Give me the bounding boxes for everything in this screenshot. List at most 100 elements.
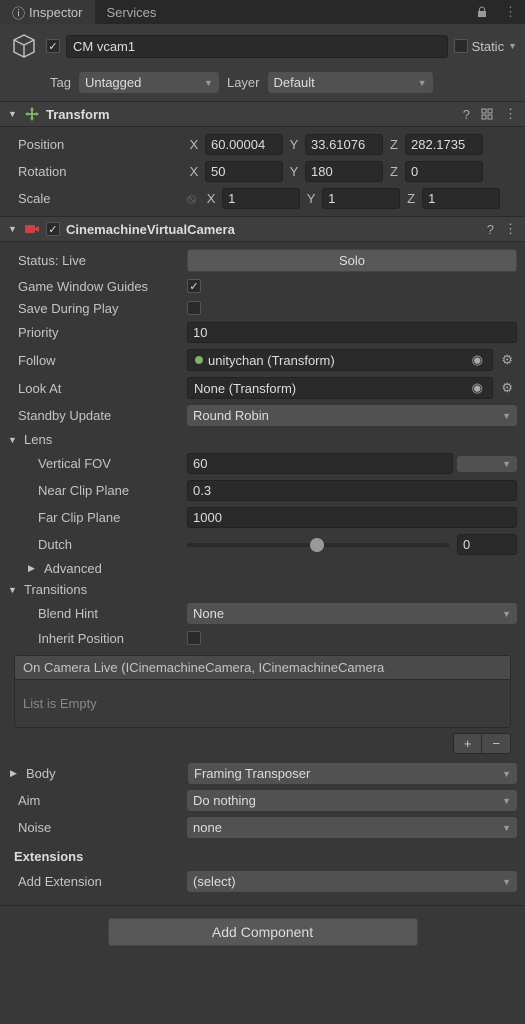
solo-button[interactable]: Solo <box>187 249 517 272</box>
vcam-header[interactable]: ▼ ✓ CinemachineVirtualCamera ? ⋮ <box>0 216 525 242</box>
event-header: On Camera Live (ICinemachineCamera, ICin… <box>15 656 510 680</box>
body-label: Body <box>24 766 184 781</box>
static-dropdown[interactable]: ▼ <box>508 41 517 51</box>
enabled-checkbox[interactable]: ✓ <box>46 222 60 236</box>
vcam-icon <box>24 221 40 237</box>
noise-dropdown[interactable]: none ▼ <box>187 817 517 838</box>
transitions-label: Transitions <box>24 582 87 597</box>
layer-dropdown[interactable]: Default ▼ <box>268 72 433 93</box>
lock-icon[interactable] <box>468 2 496 22</box>
dutch-label[interactable]: Dutch <box>8 537 183 552</box>
priority-input[interactable] <box>187 322 517 343</box>
lookat-field[interactable]: None (Transform) ◉ <box>187 377 493 399</box>
context-menu-icon[interactable]: ⋮ <box>504 221 517 237</box>
tag-value: Untagged <box>85 75 141 90</box>
position-y-input[interactable] <box>305 134 383 155</box>
blend-hint-dropdown[interactable]: None ▼ <box>187 603 517 624</box>
x-label[interactable]: X <box>204 191 218 206</box>
help-icon[interactable]: ? <box>463 107 470 122</box>
foldout-icon: ▼ <box>8 585 18 595</box>
gear-icon[interactable]: ⚙ <box>497 380 517 396</box>
near-clip-label[interactable]: Near Clip Plane <box>8 483 183 498</box>
transform-icon <box>24 106 40 122</box>
extensions-label: Extensions <box>0 841 525 868</box>
add-component-button[interactable]: Add Component <box>108 918 418 946</box>
name-input[interactable] <box>66 35 448 58</box>
scale-row: Scale ⦸ X Y Z <box>0 185 525 212</box>
layer-label: Layer <box>227 75 260 90</box>
scale-z-input[interactable] <box>422 188 500 209</box>
preset-icon[interactable] <box>480 107 494 121</box>
far-clip-label[interactable]: Far Clip Plane <box>8 510 183 525</box>
priority-row: Priority <box>0 319 525 346</box>
near-clip-input[interactable] <box>187 480 517 501</box>
follow-field[interactable]: unitychan (Transform) ◉ <box>187 349 493 371</box>
standby-update-dropdown[interactable]: Round Robin ▼ <box>187 405 517 426</box>
inherit-position-checkbox[interactable] <box>187 631 201 645</box>
scale-label[interactable]: Scale <box>8 191 183 206</box>
status-label: Status: Live <box>8 253 183 268</box>
y-label[interactable]: Y <box>304 191 318 206</box>
static-checkbox[interactable] <box>454 39 468 53</box>
gear-icon[interactable]: ⚙ <box>497 352 517 368</box>
remove-event-button[interactable]: − <box>482 734 510 753</box>
static-label: Static <box>472 39 505 54</box>
advanced-label: Advanced <box>44 561 102 576</box>
context-menu-icon[interactable]: ⋮ <box>496 0 525 24</box>
y-label[interactable]: Y <box>287 164 301 179</box>
dutch-slider[interactable] <box>187 543 449 547</box>
aim-dropdown[interactable]: Do nothing ▼ <box>187 790 517 811</box>
context-menu-icon[interactable]: ⋮ <box>504 106 517 122</box>
y-label[interactable]: Y <box>287 137 301 152</box>
position-z-input[interactable] <box>405 134 483 155</box>
tag-dropdown[interactable]: Untagged ▼ <box>79 72 219 93</box>
foldout-icon: ▼ <box>8 224 18 234</box>
far-clip-input[interactable] <box>187 507 517 528</box>
transform-header[interactable]: ▼ Transform ? ⋮ <box>0 101 525 127</box>
x-label[interactable]: X <box>187 164 201 179</box>
chevron-down-icon: ▼ <box>502 823 511 833</box>
help-icon[interactable]: ? <box>487 222 494 237</box>
tab-services[interactable]: Services <box>95 0 169 24</box>
fov-preset-dropdown[interactable]: ▼ <box>457 456 517 472</box>
x-label[interactable]: X <box>187 137 201 152</box>
tab-inspector[interactable]: ⓘ Inspector <box>0 0 95 24</box>
dutch-row: Dutch <box>0 531 525 558</box>
rotation-label[interactable]: Rotation <box>8 164 183 179</box>
rotation-z-input[interactable] <box>405 161 483 182</box>
add-extension-dropdown[interactable]: (select) ▼ <box>187 871 517 892</box>
z-label[interactable]: Z <box>404 191 418 206</box>
scale-y-input[interactable] <box>322 188 400 209</box>
lookat-row: Look At None (Transform) ◉ ⚙ <box>0 374 525 402</box>
blend-hint-label: Blend Hint <box>8 606 183 621</box>
inherit-position-row: Inherit Position <box>0 627 525 649</box>
advanced-foldout[interactable]: ▶ Advanced <box>0 558 525 579</box>
object-picker-icon[interactable]: ◉ <box>468 352 486 368</box>
priority-label[interactable]: Priority <box>8 325 183 340</box>
active-checkbox[interactable]: ✓ <box>46 39 60 53</box>
vertical-fov-label[interactable]: Vertical FOV <box>8 456 183 471</box>
save-during-play-checkbox[interactable] <box>187 301 201 315</box>
aim-row: Aim Do nothing ▼ <box>0 787 525 814</box>
lens-foldout[interactable]: ▼ Lens <box>0 429 525 450</box>
transitions-foldout[interactable]: ▼ Transitions <box>0 579 525 600</box>
foldout-icon[interactable]: ▶ <box>10 768 20 779</box>
position-x-input[interactable] <box>205 134 283 155</box>
game-window-guides-label: Game Window Guides <box>8 279 183 294</box>
aim-value: Do nothing <box>193 793 256 808</box>
rotation-x-input[interactable] <box>205 161 283 182</box>
z-label[interactable]: Z <box>387 164 401 179</box>
dutch-input[interactable] <box>457 534 517 555</box>
z-label[interactable]: Z <box>387 137 401 152</box>
add-event-button[interactable]: + <box>454 734 483 753</box>
scale-x-input[interactable] <box>222 188 300 209</box>
follow-row: Follow unitychan (Transform) ◉ ⚙ <box>0 346 525 374</box>
vertical-fov-input[interactable] <box>187 453 453 474</box>
chevron-down-icon: ▼ <box>502 877 511 887</box>
rotation-y-input[interactable] <box>305 161 383 182</box>
object-picker-icon[interactable]: ◉ <box>468 380 486 396</box>
position-label[interactable]: Position <box>8 137 183 152</box>
link-icon[interactable]: ⦸ <box>187 190 196 207</box>
body-dropdown[interactable]: Framing Transposer ▼ <box>188 763 517 784</box>
game-window-guides-checkbox[interactable]: ✓ <box>187 279 201 293</box>
